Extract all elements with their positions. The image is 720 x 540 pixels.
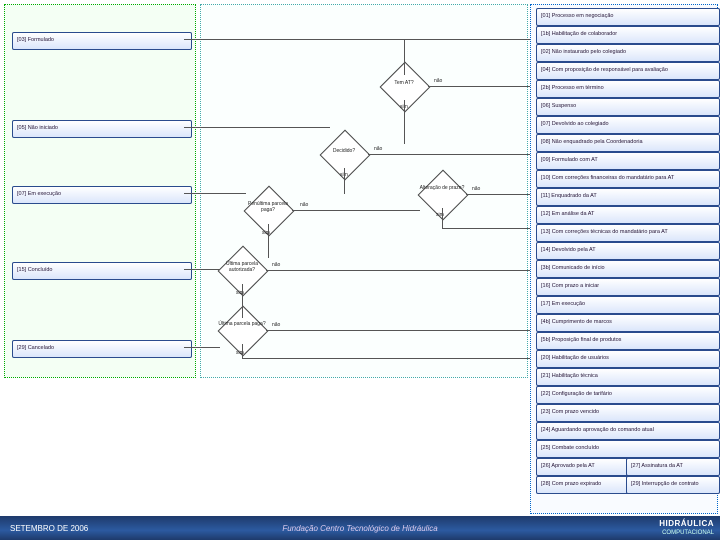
connector	[466, 194, 530, 195]
state-15: [15] Concluído	[12, 262, 192, 280]
state-17: [17] Em execução	[536, 296, 720, 314]
flow-diagram: [03] Formulado [05] Não iniciado [07] Em…	[0, 0, 720, 540]
state-14: [14] Devolvido pela AT	[536, 242, 720, 260]
connector	[242, 284, 243, 318]
connector	[242, 344, 243, 358]
state-16: [16] Com prazo a iniciar	[536, 278, 720, 296]
state-28: [28] Com prazo expirado	[536, 476, 630, 494]
state-29b: [29] Interrupção de contrato	[626, 476, 720, 494]
state-02: [02] Não instaurado pelo colegiado	[536, 44, 720, 62]
connector	[442, 208, 443, 228]
decision-label: Decidido?	[320, 148, 368, 154]
decision-label: Alteração de prazo?	[418, 185, 466, 191]
state-07: [07] Em execução	[12, 186, 192, 204]
connector	[242, 358, 530, 359]
connector	[268, 224, 269, 258]
connector	[292, 210, 420, 211]
decision-label: Última parcela paga?	[218, 321, 266, 327]
decision-ultima-parcela-aut: Última parcela autorizada?	[218, 256, 266, 284]
state-11: [11] Enquadrado da AT	[536, 188, 720, 206]
connector	[404, 100, 405, 144]
connector	[184, 127, 330, 128]
state-13: [13] Com correções técnicas do mandatári…	[536, 224, 720, 242]
state-05: [05] Não iniciado	[12, 120, 192, 138]
connector	[404, 39, 405, 75]
state-22: [22] Configuração de tarifário	[536, 386, 720, 404]
footer-org: Fundação Centro Tecnológico de Hidráulic…	[282, 524, 437, 533]
state-08: [08] Não enquadrado pela Coordenadoria	[536, 134, 720, 152]
connector	[266, 330, 530, 331]
state-29: [29] Cancelado	[12, 340, 192, 358]
decision-label: Penúltima parcela paga?	[244, 201, 292, 213]
connector	[368, 154, 530, 155]
edge-nao: não	[434, 78, 442, 84]
decision-label: Última parcela autorizada?	[218, 261, 266, 273]
state-27: [27] Assinatura da AT	[626, 458, 720, 476]
connector	[184, 193, 246, 194]
state-20: [20] Habilitação de usuários	[536, 350, 720, 368]
state-24: [24] Aguardando aprovação do comando atu…	[536, 422, 720, 440]
edge-nao: não	[374, 146, 382, 152]
decision-alteracao-prazo: Alteração de prazo?	[418, 180, 466, 208]
edge-nao: não	[472, 186, 480, 192]
state-5b: [5b] Proposição final de produtos	[536, 332, 720, 350]
state-03: [03] Formulado	[12, 32, 192, 50]
edge-nao: não	[272, 322, 280, 328]
state-26: [26] Aprovado pela AT	[536, 458, 630, 476]
connector	[184, 39, 530, 40]
decision-penultima-parcela: Penúltima parcela paga?	[244, 196, 292, 224]
state-3b: [3b] Comunicado de início	[536, 260, 720, 278]
state-23: [23] Com prazo vencido	[536, 404, 720, 422]
decision-tem-at: Tem AT?	[380, 72, 428, 100]
state-01: [01] Processo em negociação	[536, 8, 720, 26]
state-21: [21] Habilitação técnica	[536, 368, 720, 386]
footer-bar: SETEMBRO DE 2006 Fundação Centro Tecnoló…	[0, 516, 720, 540]
brand-title: HIDRÁULICA	[659, 519, 714, 528]
connector	[442, 228, 530, 229]
connector	[266, 270, 530, 271]
connector	[344, 168, 345, 194]
decision-ultima-parcela-paga: Última parcela paga?	[218, 316, 266, 344]
footer-date: SETEMBRO DE 2006	[10, 524, 88, 533]
connector	[184, 269, 220, 270]
decision-decidido: Decidido?	[320, 140, 368, 168]
state-06: [06] Suspenso	[536, 98, 720, 116]
state-07b: [07] Devolvido ao colegiado	[536, 116, 720, 134]
footer-brand: HIDRÁULICA COMPUTACIONAL	[659, 520, 714, 537]
decision-label: Tem AT?	[380, 80, 428, 86]
connector	[428, 86, 530, 87]
state-2b: [2b] Processo em término	[536, 80, 720, 98]
state-25: [25] Combate concluído	[536, 440, 720, 458]
state-09: [09] Formulado com AT	[536, 152, 720, 170]
state-1b: [1b] Habilitação de colaborador	[536, 26, 720, 44]
brand-sub: COMPUTACIONAL	[662, 530, 714, 536]
edge-nao: não	[272, 262, 280, 268]
edge-nao: não	[300, 202, 308, 208]
connector	[184, 347, 220, 348]
state-12: [12] Em análise da AT	[536, 206, 720, 224]
state-10: [10] Com correções financeiras do mandat…	[536, 170, 720, 188]
state-04: [04] Com proposição de responsável para …	[536, 62, 720, 80]
state-4b: [4b] Cumprimento de marcos	[536, 314, 720, 332]
